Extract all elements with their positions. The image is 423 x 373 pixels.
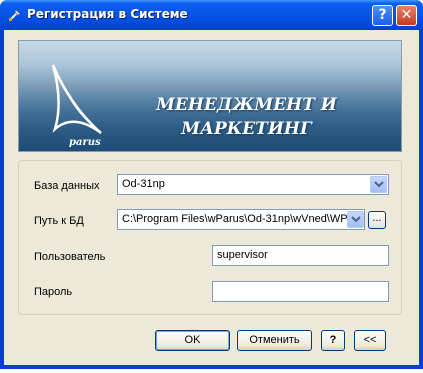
help-button[interactable]: ? [321,330,345,351]
user-input[interactable]: supervisor [212,245,389,266]
sail-logo-icon: parus [51,64,102,148]
close-button[interactable]: ✕ [396,5,417,26]
browse-button[interactable]: ... [368,211,386,229]
logo-text: parus [69,137,101,148]
password-label: Пароль [34,286,73,298]
banner-title: МЕНЕДЖМЕНТ И МАРКЕТИНГ [139,93,354,141]
user-label: Пользователь [34,251,106,263]
help-title-button[interactable]: ? [372,5,393,26]
database-dropdown-button[interactable] [370,176,387,193]
cancel-button[interactable]: Отменить [237,330,312,351]
database-select[interactable]: Od-31np [117,174,389,195]
ok-button[interactable]: OK [155,330,230,351]
path-select[interactable]: C:\Program Files\wParus\Od-31np\wVned\WP… [117,209,365,230]
key-icon [9,9,21,21]
chevron-down-icon [374,181,384,188]
banner-line-1: МЕНЕДЖМЕНТ И [156,95,337,115]
banner-line-2: МАРКЕТИНГ [181,119,312,139]
password-input[interactable] [212,281,389,302]
database-label: База данных [34,180,100,192]
path-label: Путь к БД [34,215,84,227]
path-dropdown-button[interactable] [347,211,364,228]
title-bar[interactable]: Регистрация в Системе ? ✕ [0,0,423,30]
collapse-button[interactable]: << [354,330,386,351]
product-banner: parus МЕНЕДЖМЕНТ И МАРКЕТИНГ [18,40,402,152]
window-title: Регистрация в Системе [27,7,188,21]
chevron-down-icon [351,216,361,223]
